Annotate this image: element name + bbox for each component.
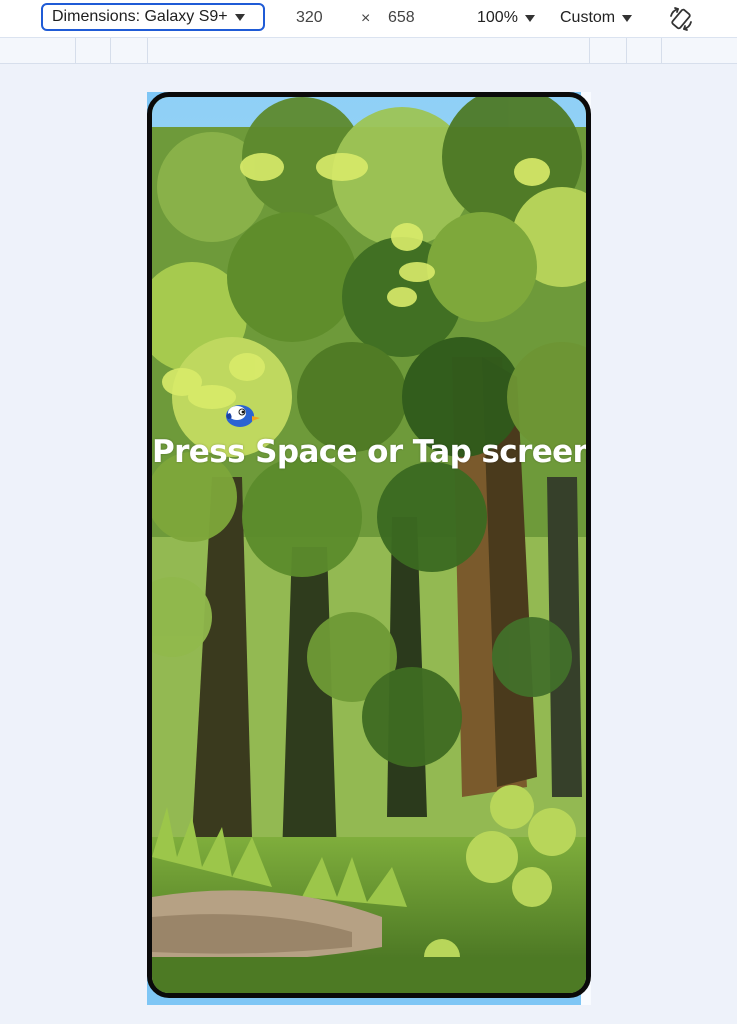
height-input[interactable]: 658 <box>388 9 415 27</box>
zoom-label: 100% <box>477 9 518 26</box>
device-toolbar: Dimensions: Galaxy S9+ 320 × 658 100% Cu… <box>0 0 737 38</box>
device-dimensions-select[interactable]: Dimensions: Galaxy S9+ <box>41 3 265 31</box>
chevron-down-icon <box>524 14 535 22</box>
media-query-ruler <box>0 38 737 64</box>
chevron-down-icon <box>234 13 245 21</box>
times-icon: × <box>361 10 371 27</box>
rotate-icon[interactable] <box>668 6 694 32</box>
throttle-label: Custom <box>560 9 616 26</box>
bird-icon <box>226 405 260 427</box>
chevron-down-icon <box>622 14 633 22</box>
width-input[interactable]: 320 <box>296 9 323 27</box>
start-prompt: Press Space or Tap screen! <box>152 434 591 470</box>
forest-background <box>152 97 586 993</box>
device-dimensions-label: Dimensions: Galaxy S9+ <box>52 8 228 25</box>
game-screen[interactable]: Press Space or Tap screen! <box>147 92 591 998</box>
zoom-select[interactable]: 100% <box>477 9 535 27</box>
throttle-select[interactable]: Custom <box>560 9 633 27</box>
